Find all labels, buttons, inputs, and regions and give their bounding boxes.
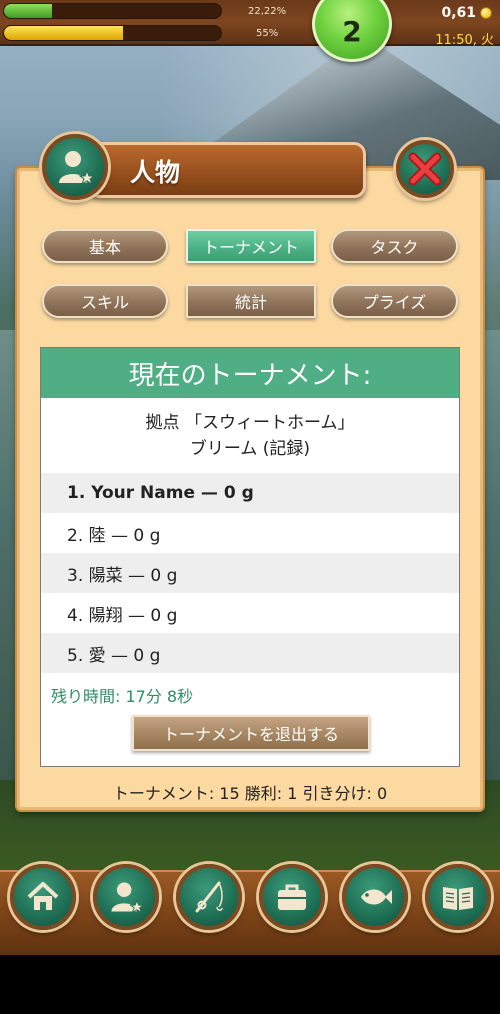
tab-prizes-label: プライズ bbox=[362, 293, 427, 312]
energy-percent: 55% bbox=[256, 28, 279, 39]
close-icon bbox=[408, 152, 442, 186]
nav-journal-button[interactable] bbox=[425, 864, 491, 930]
briefcase-icon bbox=[278, 884, 306, 910]
nav-inventory-button[interactable] bbox=[259, 864, 325, 930]
xp-progress-fill bbox=[4, 4, 53, 18]
energy-progress-bar bbox=[3, 25, 222, 41]
tab-prizes[interactable]: プライズ bbox=[331, 284, 458, 318]
tab-statistics-label: 統計 bbox=[234, 293, 267, 312]
money-amount: 0,61 bbox=[441, 5, 476, 21]
nav-home-button[interactable] bbox=[10, 864, 76, 930]
fish-icon bbox=[361, 889, 392, 905]
ranking-row: 2. 陸 — 0 g bbox=[67, 525, 161, 546]
tournament-target: ブリーム (記録) bbox=[189, 439, 311, 459]
tab-skills[interactable]: スキル bbox=[42, 284, 168, 318]
tab-basic-label: 基本 bbox=[88, 238, 121, 257]
ranking-row: 1. Your Name — 0 g bbox=[41, 473, 459, 513]
level-number: 2 bbox=[342, 14, 362, 48]
tournament-info: 拠点 「スウィートホーム」 ブリーム (記録) bbox=[41, 398, 459, 473]
tab-tournament-label: トーナメント bbox=[202, 238, 299, 257]
nav-fishing-button[interactable] bbox=[176, 864, 242, 930]
coin-icon bbox=[480, 7, 492, 19]
close-button[interactable] bbox=[396, 140, 454, 198]
tab-tournament[interactable]: トーナメント bbox=[186, 229, 316, 263]
person-star-icon bbox=[59, 151, 96, 186]
ranking-row: 4. 陽翔 — 0 g bbox=[67, 605, 178, 626]
energy-progress-fill bbox=[4, 26, 124, 40]
nav-fish-button[interactable] bbox=[342, 864, 408, 930]
bottom-nav bbox=[0, 870, 500, 955]
tab-basic[interactable]: 基本 bbox=[42, 229, 168, 263]
profile-icon-button bbox=[42, 134, 108, 200]
ranking-row: 5. 愛 — 0 g bbox=[41, 633, 459, 673]
xp-progress-bar bbox=[3, 3, 222, 19]
ranking-row: 3. 陽菜 — 0 g bbox=[41, 553, 459, 593]
tab-statistics[interactable]: 統計 bbox=[186, 284, 316, 318]
tab-skills-label: スキル bbox=[80, 293, 129, 312]
tournament-header: 現在のトーナメント: bbox=[41, 348, 459, 398]
time-remaining: 残り時間: 17分 8秒 bbox=[51, 687, 194, 706]
home-icon bbox=[27, 882, 59, 910]
status-bar: 22,22% 55% 0,61 11:50, 火 bbox=[0, 0, 500, 48]
leave-tournament-button[interactable]: トーナメントを退出する bbox=[132, 715, 370, 751]
tab-tasks[interactable]: タスク bbox=[331, 229, 458, 263]
tournament-location: 拠点 「スウィートホーム」 bbox=[145, 413, 355, 433]
system-nav-area bbox=[0, 955, 500, 1014]
panel-title: 人物 bbox=[130, 158, 181, 187]
nav-profile-button[interactable] bbox=[93, 864, 159, 930]
tournament-card: 現在のトーナメント: 拠点 「スウィートホーム」 ブリーム (記録) 1. Yo… bbox=[40, 347, 460, 767]
money-display: 0,61 bbox=[441, 5, 492, 21]
tab-tasks-label: タスク bbox=[370, 238, 419, 257]
fishing-rod-icon bbox=[195, 881, 223, 913]
profile-icon bbox=[111, 882, 145, 914]
book-icon bbox=[443, 887, 473, 910]
xp-percent: 22,22% bbox=[248, 6, 287, 17]
tournament-stats: トーナメント: 15 勝利: 1 引き分け: 0 bbox=[112, 784, 388, 803]
game-clock: 11:50, 火 bbox=[435, 33, 494, 48]
